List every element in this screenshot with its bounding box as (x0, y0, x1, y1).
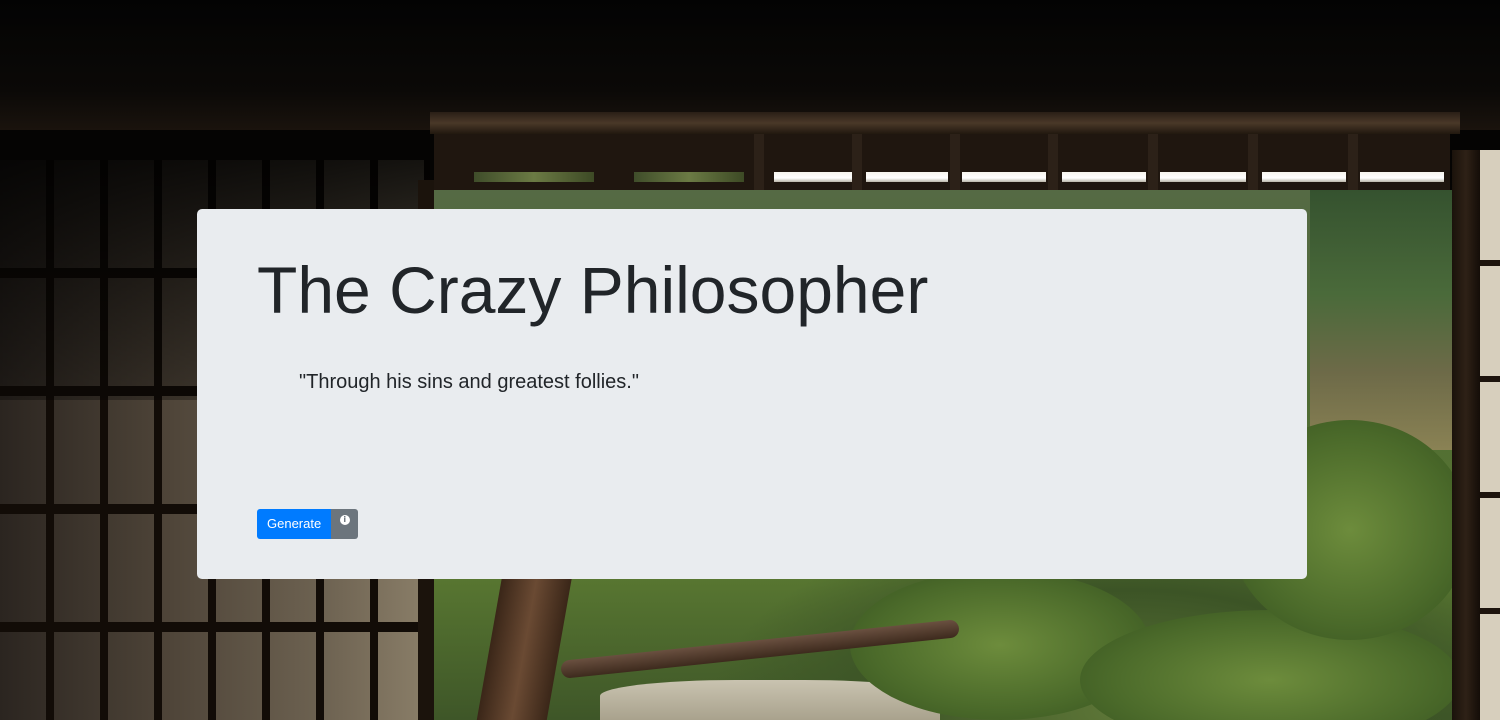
background-photo: The Crazy Philosopher "Through his sins … (0, 0, 1500, 720)
generate-button-group: Generate i (257, 509, 359, 539)
frame-post-right (1452, 150, 1480, 720)
quote-text: "Through his sins and greatest follies." (299, 371, 639, 393)
ranma-transom (434, 134, 1450, 192)
info-button[interactable]: i (331, 509, 359, 539)
pine-trunk (476, 570, 574, 720)
generate-button[interactable]: Generate (257, 509, 332, 539)
shoji-edge-right (1480, 150, 1500, 720)
wooded-hillside (1310, 190, 1460, 450)
info-circle-icon: i (339, 515, 350, 525)
page-title: The Crazy Philosopher (257, 253, 929, 327)
wooden-lintel (430, 112, 1460, 134)
ceiling-shadow (0, 0, 1500, 130)
jumbotron-card: The Crazy Philosopher "Through his sins … (197, 209, 1307, 579)
